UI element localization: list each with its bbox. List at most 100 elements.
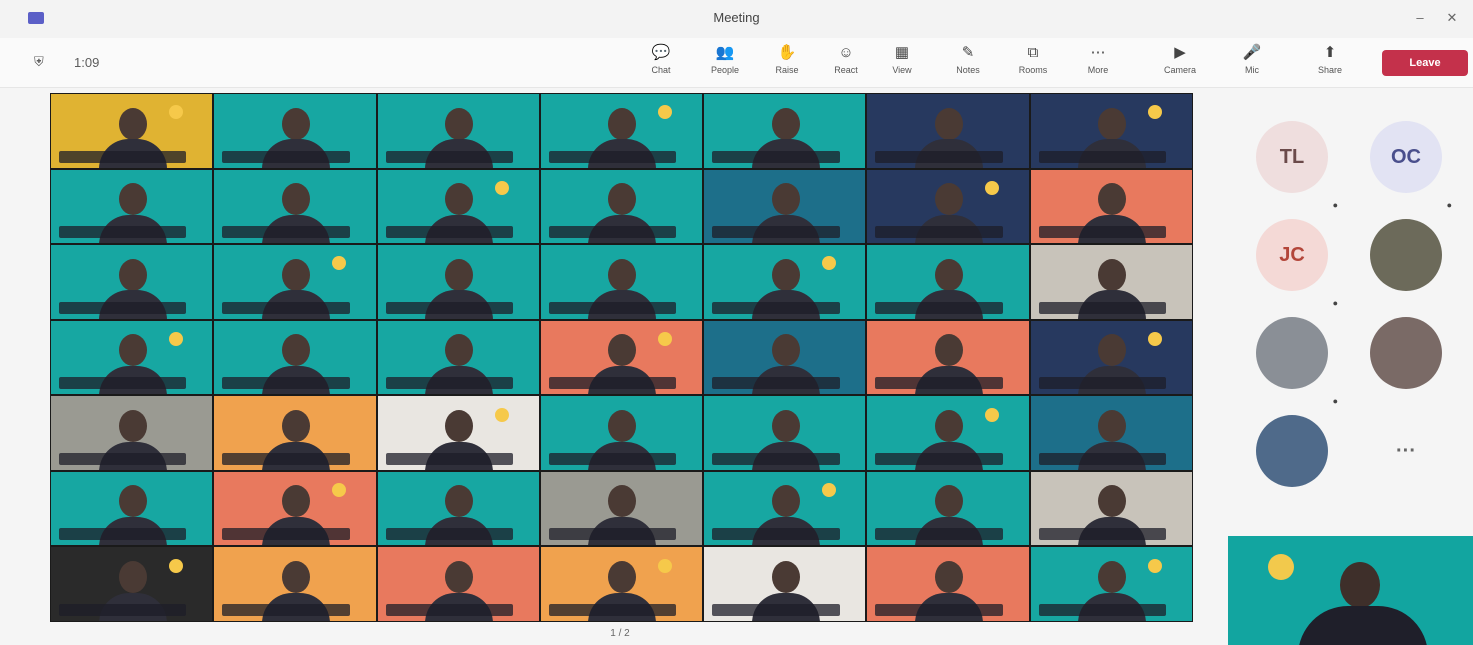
participant-tile[interactable]: ●: [1244, 317, 1340, 407]
video-tile[interactable]: [704, 169, 866, 244]
notes-button[interactable]: ✎ Notes: [938, 43, 998, 85]
rooms-button[interactable]: ⧉ Rooms: [1003, 43, 1063, 85]
name-tag: [875, 377, 1003, 390]
video-tile[interactable]: [51, 245, 213, 319]
video-tile[interactable]: [214, 471, 376, 546]
name-tag: [59, 603, 187, 616]
video-tile[interactable]: [377, 320, 539, 395]
video-tile[interactable]: [1030, 471, 1192, 546]
raise-hand-button[interactable]: ✋ Raise: [757, 43, 817, 85]
share-icon: ⬆: [1323, 44, 1337, 61]
video-tile[interactable]: [51, 396, 213, 470]
video-tile[interactable]: [704, 471, 866, 546]
video-tile[interactable]: [1030, 245, 1192, 319]
participant-tile[interactable]: [1358, 317, 1454, 407]
video-tile[interactable]: [704, 245, 866, 319]
view-button[interactable]: ▦ View: [872, 43, 932, 85]
react-button[interactable]: ☺ React: [816, 43, 876, 85]
close-icon[interactable]: ✕: [1440, 8, 1464, 28]
video-tile[interactable]: [214, 547, 376, 621]
video-tile[interactable]: [377, 396, 539, 470]
name-tag: [59, 452, 187, 465]
people-button[interactable]: 👥 People: [695, 43, 755, 85]
video-tile[interactable]: [540, 396, 703, 470]
video-tile[interactable]: [51, 94, 213, 168]
participant-head: [118, 183, 147, 216]
video-tile[interactable]: [214, 396, 376, 470]
chat-button[interactable]: 💬 Chat: [631, 43, 691, 85]
video-tile[interactable]: [51, 320, 213, 395]
share-button[interactable]: ⬆ Share: [1300, 43, 1360, 85]
camera-button[interactable]: ▶ Camera: [1150, 43, 1210, 85]
name-tag: [548, 452, 677, 465]
participant-head: [771, 107, 800, 140]
participant-tile[interactable]: [1244, 415, 1340, 505]
self-view-video[interactable]: [1228, 536, 1473, 645]
video-tile[interactable]: [867, 547, 1029, 621]
video-tile[interactable]: [704, 396, 866, 470]
video-tile[interactable]: [377, 245, 539, 319]
video-tile[interactable]: [377, 169, 539, 244]
video-tile[interactable]: [704, 547, 866, 621]
avatar-photo: [1256, 415, 1328, 487]
participant-tile[interactable]: TL ●: [1244, 121, 1340, 211]
participant-head: [1098, 107, 1127, 140]
more-button[interactable]: ⋯ More: [1068, 43, 1128, 85]
participant-head: [935, 183, 964, 216]
video-tile[interactable]: [214, 169, 376, 244]
leave-button[interactable]: Leave: [1382, 50, 1468, 76]
video-tile[interactable]: [377, 547, 539, 621]
video-tile[interactable]: [1030, 94, 1192, 168]
video-tile[interactable]: [704, 320, 866, 395]
video-tile[interactable]: [867, 396, 1029, 470]
name-tag: [1038, 452, 1167, 465]
video-tile[interactable]: [867, 320, 1029, 395]
video-tile[interactable]: [1030, 169, 1192, 244]
video-tile[interactable]: [51, 471, 213, 546]
participant-tile[interactable]: OC ●: [1358, 121, 1454, 211]
participant-head: [935, 409, 964, 442]
video-tile[interactable]: [540, 94, 703, 168]
video-tile[interactable]: [214, 245, 376, 319]
video-tile[interactable]: [867, 94, 1029, 168]
reaction-icon: [1148, 105, 1163, 120]
video-tile[interactable]: [1030, 320, 1192, 395]
participant-tile[interactable]: JC ●: [1244, 219, 1340, 309]
name-tag: [1038, 150, 1167, 163]
participant-head: [118, 107, 147, 140]
video-tile[interactable]: [1030, 547, 1192, 621]
video-tile[interactable]: [51, 169, 213, 244]
video-tile[interactable]: [377, 471, 539, 546]
participant-tile[interactable]: [1358, 219, 1454, 309]
video-tile[interactable]: [51, 547, 213, 621]
minimize-icon[interactable]: –: [1408, 8, 1432, 28]
name-tag: [548, 301, 677, 314]
video-tile[interactable]: [377, 94, 539, 168]
more-participants[interactable]: ···: [1358, 415, 1454, 505]
video-tile[interactable]: [214, 320, 376, 395]
participant-head: [935, 485, 964, 518]
reaction-icon: [168, 558, 183, 573]
name-tag: [875, 452, 1003, 465]
name-tag: [385, 226, 513, 239]
reaction-icon: [658, 332, 673, 347]
avatar: TL: [1256, 121, 1328, 193]
video-tile[interactable]: [540, 471, 703, 546]
video-tile[interactable]: [867, 471, 1029, 546]
video-tile[interactable]: [867, 169, 1029, 244]
shield-icon: ⛨: [34, 54, 44, 69]
camera-icon: ▶: [1174, 44, 1186, 61]
video-tile[interactable]: [540, 547, 703, 621]
page-indicator[interactable]: 1 / 2: [580, 628, 660, 639]
video-tile[interactable]: [540, 245, 703, 319]
mic-button[interactable]: 🎤 Mic: [1222, 43, 1282, 85]
title-bar: Meeting – ✕: [0, 0, 1473, 38]
video-tile[interactable]: [540, 169, 703, 244]
video-tile[interactable]: [1030, 396, 1192, 470]
video-tile[interactable]: [704, 94, 866, 168]
name-tag: [222, 603, 350, 616]
video-tile[interactable]: [214, 94, 376, 168]
participant-head: [445, 334, 474, 367]
video-tile[interactable]: [867, 245, 1029, 319]
video-tile[interactable]: [540, 320, 703, 395]
